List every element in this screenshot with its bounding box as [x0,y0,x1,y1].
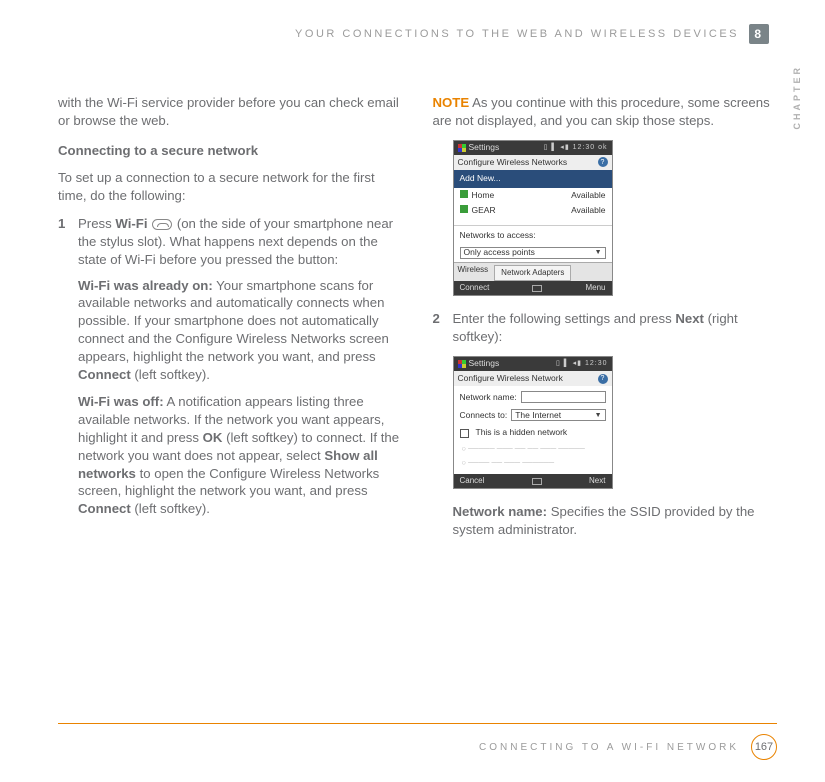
wifi-button-icon [152,219,172,230]
wifi-on-paragraph: Wi-Fi was already on: Your smartphone sc… [78,277,403,384]
shot-titlebar: Settings ▯ ▌ ◂▮ 12:30 ok [454,141,612,155]
network-row: GEARAvailable [454,203,612,218]
shot-subtitle-bar: Configure Wireless Network ? [454,371,612,386]
checkbox-icon [460,429,469,438]
help-icon: ? [598,374,608,384]
wifi-off-paragraph: Wi-Fi was off: A notification appears li… [78,393,403,518]
screenshot-configure-network-form: Settings ▯ ▌ ◂▮ 12:30 Configure Wireless… [453,356,613,489]
footer-title: CONNECTING TO A WI-FI NETWORK [479,742,739,753]
shot-subtitle-bar: Configure Wireless Networks ? [454,155,612,170]
step-body: Press Wi-Fi (on the side of your smartph… [78,215,403,268]
shot-titlebar: Settings ▯ ▌ ◂▮ 12:30 [454,357,612,371]
signal-icon [460,205,468,213]
step-1: 1 Press Wi-Fi (on the side of your smart… [58,215,403,268]
status-icons: ▯ ▌ ◂▮ 12:30 [556,359,608,368]
network-name-input [521,391,606,403]
content-columns: with the Wi-Fi service provider before y… [58,94,777,549]
keyboard-icon [532,285,542,292]
windows-flag-icon [458,360,466,368]
network-name-description: Network name: Specifies the SSID provide… [453,503,778,539]
chapter-number-badge: 8 [749,24,769,44]
access-dropdown: Only access points▼ [460,247,606,259]
networks-access-label: Networks to access: [454,226,612,243]
network-row: HomeAvailable [454,188,612,203]
step-number: 2 [433,310,453,346]
page-footer: CONNECTING TO A WI-FI NETWORK 167 [58,723,777,760]
step-2: 2 Enter the following settings and press… [433,310,778,346]
chapter-side-label: CHAPTER [792,65,802,130]
right-column: NOTE As you continue with this procedure… [433,94,778,549]
section-intro: To set up a connection to a secure netwo… [58,169,403,205]
header-title: YOUR CONNECTIONS TO THE WEB AND WIRELESS… [295,28,739,40]
windows-flag-icon [458,144,466,152]
hidden-network-checkbox-row: This is a hidden network [454,424,612,441]
keyboard-icon [532,478,542,485]
section-title: Connecting to a secure network [58,142,403,160]
network-list: Add New... HomeAvailable GEARAvailable [454,170,612,226]
page-number: 167 [751,734,777,760]
note-paragraph: NOTE As you continue with this procedure… [433,94,778,130]
softkey-bar: Cancel Next [454,474,612,488]
connects-to-dropdown: The Internet▼ [511,409,605,421]
chevron-down-icon: ▼ [595,411,602,420]
add-new-row: Add New... [454,170,612,187]
tab-strip: Wireless Network Adapters [454,262,612,282]
connects-to-field: Connects to: The Internet▼ [454,406,612,424]
help-icon: ? [598,157,608,167]
step-body: Enter the following settings and press N… [453,310,778,346]
softkey-bar: Connect Menu [454,281,612,295]
chevron-down-icon: ▼ [595,248,602,257]
disabled-option: ○ ───── ─── ── ── ─── ───── [454,442,612,456]
page-header: YOUR CONNECTIONS TO THE WEB AND WIRELESS… [58,24,777,44]
left-column: with the Wi-Fi service provider before y… [58,94,403,549]
screenshot-configure-networks: Settings ▯ ▌ ◂▮ 12:30 ok Configure Wirel… [453,140,613,297]
signal-icon [460,190,468,198]
disabled-option: ○ ──── ── ─── ────── [454,456,612,470]
network-name-field: Network name: [454,388,612,406]
step-number: 1 [58,215,78,268]
intro-paragraph: with the Wi-Fi service provider before y… [58,94,403,130]
note-label: NOTE [433,95,470,110]
status-icons: ▯ ▌ ◂▮ 12:30 ok [544,143,608,152]
